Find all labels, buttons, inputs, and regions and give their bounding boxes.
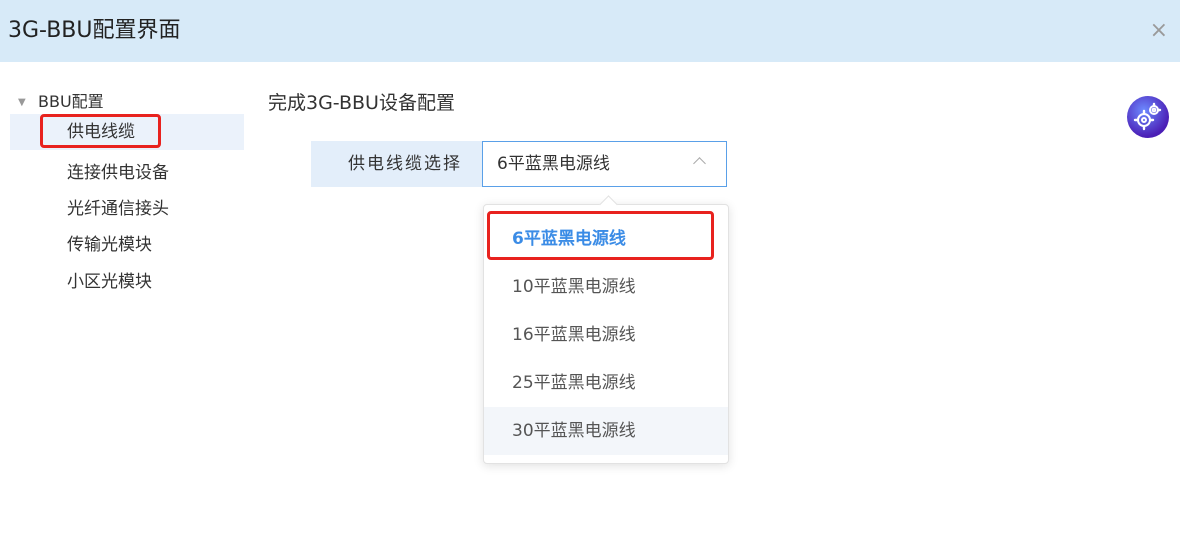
gear-icon-glyph <box>1133 102 1162 131</box>
sidebar-item-label: 传输光模块 <box>67 235 152 255</box>
option-label: 30平蓝黑电源线 <box>512 421 636 441</box>
option-label: 25平蓝黑电源线 <box>512 373 636 393</box>
dropdown-option[interactable]: 6平蓝黑电源线 <box>484 215 728 263</box>
dropdown-menu: 6平蓝黑电源线 10平蓝黑电源线 16平蓝黑电源线 25平蓝黑电源线 30平蓝黑… <box>483 204 729 464</box>
sidebar-item-fiber-connector[interactable]: 光纤通信接头 <box>0 191 245 227</box>
chevron-up-icon <box>693 157 706 170</box>
sidebar-item-transport-module[interactable]: 传输光模块 <box>0 227 245 263</box>
caret-down-icon[interactable]: ▼ <box>18 90 38 116</box>
close-icon[interactable]: × <box>1150 20 1168 42</box>
option-label: 16平蓝黑电源线 <box>512 325 636 345</box>
sidebar-item-power-device[interactable]: 连接供电设备 <box>0 155 245 191</box>
gear-icon[interactable] <box>1127 96 1169 138</box>
window-title: 3G-BBU配置界面 <box>8 18 181 43</box>
form-label: 供电线缆选择 <box>311 141 482 187</box>
dropdown-option[interactable]: 10平蓝黑电源线 <box>484 263 728 311</box>
power-cable-select[interactable]: 6平蓝黑电源线 <box>482 141 727 187</box>
title-bar: 3G-BBU配置界面 × <box>0 0 1180 62</box>
sidebar-item-label: 连接供电设备 <box>67 163 169 183</box>
sidebar-item-label: 供电线缆 <box>67 122 135 142</box>
dropdown-option[interactable]: 16平蓝黑电源线 <box>484 311 728 359</box>
sidebar-item-label: 光纤通信接头 <box>67 199 169 219</box>
dropdown-option[interactable]: 30平蓝黑电源线 <box>484 407 728 455</box>
sidebar-item-cell-module[interactable]: 小区光模块 <box>0 264 245 300</box>
dropdown-option[interactable]: 25平蓝黑电源线 <box>484 359 728 407</box>
select-value: 6平蓝黑电源线 <box>497 154 610 174</box>
sidebar-item-label: 小区光模块 <box>67 272 152 292</box>
tree-root-label: BBU配置 <box>38 92 104 111</box>
tree-root-bbu[interactable]: ▼ BBU配置 <box>18 89 104 115</box>
option-label: 10平蓝黑电源线 <box>512 277 636 297</box>
option-label: 6平蓝黑电源线 <box>512 229 626 249</box>
sidebar-item-power-cable[interactable]: 供电线缆 <box>10 114 244 150</box>
page-title: 完成3G-BBU设备配置 <box>268 92 455 114</box>
